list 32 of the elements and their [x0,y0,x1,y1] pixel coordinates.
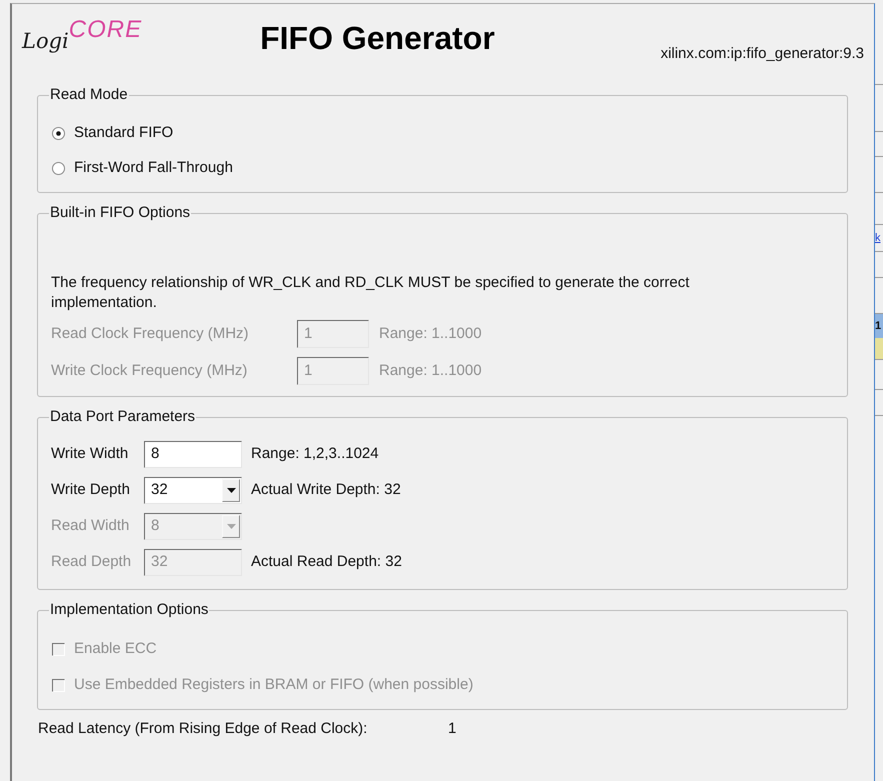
field-label: Write Width [51,444,130,464]
link[interactable]: k [875,232,880,244]
dropdown-button[interactable] [222,479,240,502]
value-text: 1 [448,718,456,739]
dropdown[interactable]: 32 [144,477,242,504]
caret-down-icon [226,488,236,493]
radio-icon[interactable] [52,126,65,140]
table-cell: 1 [875,314,883,338]
group-title: Implementation Options [49,601,210,619]
field-label: Read Width [51,516,130,536]
radio-option[interactable]: Standard FIFO [51,121,834,145]
range-text: Range: 1..1000 [379,324,482,344]
field-label: Write Depth [51,480,131,500]
core-identifier: xilinx.com:ip:fifo_generator:9.3 [660,44,864,64]
window-title: FIFO Generator [260,19,495,58]
value-text: Range: 1,2,3..1024 [251,444,379,464]
field-label: Read Clock Frequency (MHz) [51,324,250,344]
group-title: Read Mode [49,86,129,104]
value-text: Actual Read Depth: 32 [251,552,402,572]
highlighted-row [875,338,883,360]
field-label: Read Latency (From Rising Edge of Read Clock): [38,718,368,739]
info-text: The frequency relationship of WR_CLK and RD_CLK MUST be specified to generate the correct implementation. [51,273,690,313]
caret-down-icon [226,524,236,529]
group-title: Built-in FIFO Options [49,204,192,222]
radio-option[interactable]: First-Word Fall-Through [51,156,834,180]
value-text: Actual Write Depth: 32 [251,480,401,500]
input-field[interactable]: 8 [144,441,242,468]
radio-icon[interactable] [52,162,65,174]
range-text: Range: 1..1000 [379,360,482,381]
group-title: Data Port Parameters [49,408,196,426]
field-label: Write Clock Frequency (MHz) [51,360,248,381]
field-label: Read Depth [51,552,132,572]
